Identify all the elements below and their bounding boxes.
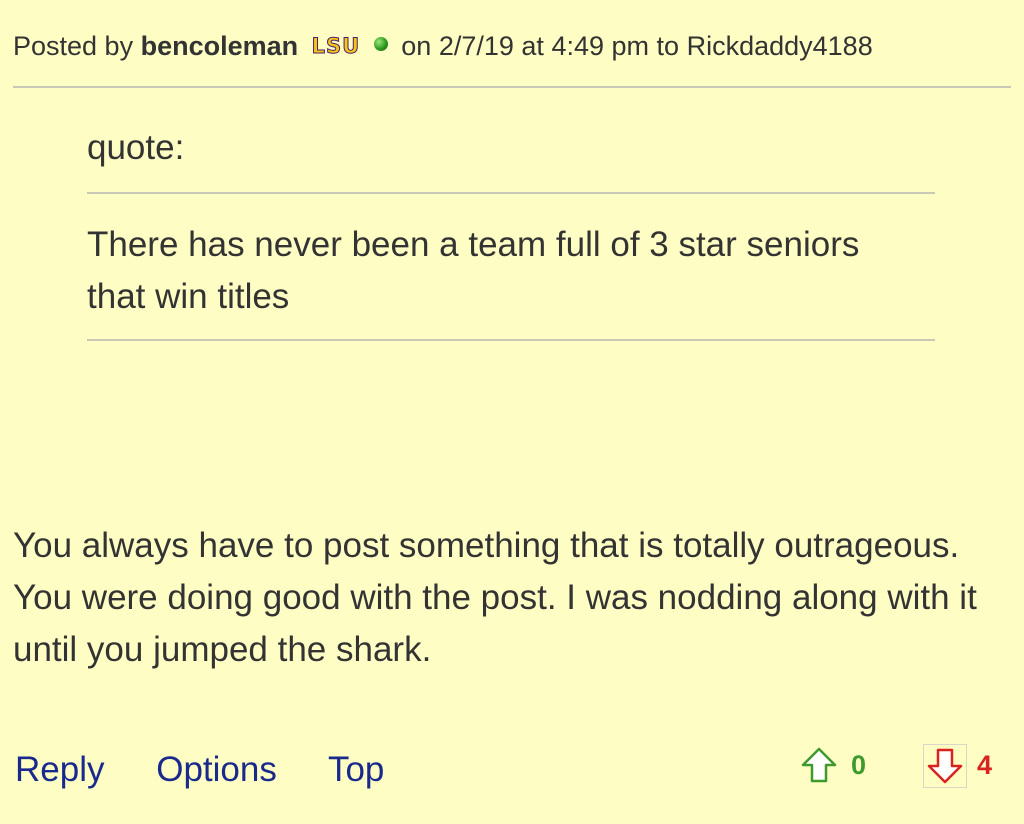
post-body-text: You always have to post something that i…: [13, 526, 977, 669]
post-time: 4:49 pm: [551, 31, 650, 61]
post-actions: Reply Options Top: [15, 746, 426, 794]
online-status-icon: [373, 37, 388, 51]
thumbs-down-arrow-icon[interactable]: [926, 747, 964, 785]
thumbs-up-arrow-icon[interactable]: [800, 746, 838, 784]
posted-by-label: Posted by: [13, 31, 134, 61]
post-date: 2/7/19: [438, 31, 514, 61]
quote-divider-top: [87, 192, 935, 194]
quote-block: quote: There has never been a team full …: [87, 126, 935, 341]
reply-to-username[interactable]: Rickdaddy4188: [687, 31, 873, 61]
downvote-count: 4: [977, 750, 993, 780]
upvote-count: 0: [851, 750, 867, 780]
reply-link[interactable]: Reply: [15, 750, 104, 789]
downvote-button[interactable]: [923, 744, 967, 788]
date-prefix: on: [401, 31, 432, 61]
vote-controls: 0 4: [800, 744, 1000, 788]
team-badge-icon: LSU: [309, 34, 363, 58]
options-link[interactable]: Options: [156, 750, 277, 789]
reply-to-prefix: to: [656, 31, 680, 61]
author-username[interactable]: bencoleman: [141, 31, 299, 61]
time-prefix: at: [521, 31, 544, 61]
quote-divider-bottom: [87, 339, 935, 341]
quote-text: There has never been a team full of 3 st…: [87, 225, 860, 316]
quote-label: quote:: [87, 128, 185, 167]
top-link[interactable]: Top: [328, 750, 384, 789]
post-header: Posted by bencoleman LSU on 2/7/19 at 4:…: [13, 28, 1011, 64]
header-divider: [13, 86, 1011, 88]
